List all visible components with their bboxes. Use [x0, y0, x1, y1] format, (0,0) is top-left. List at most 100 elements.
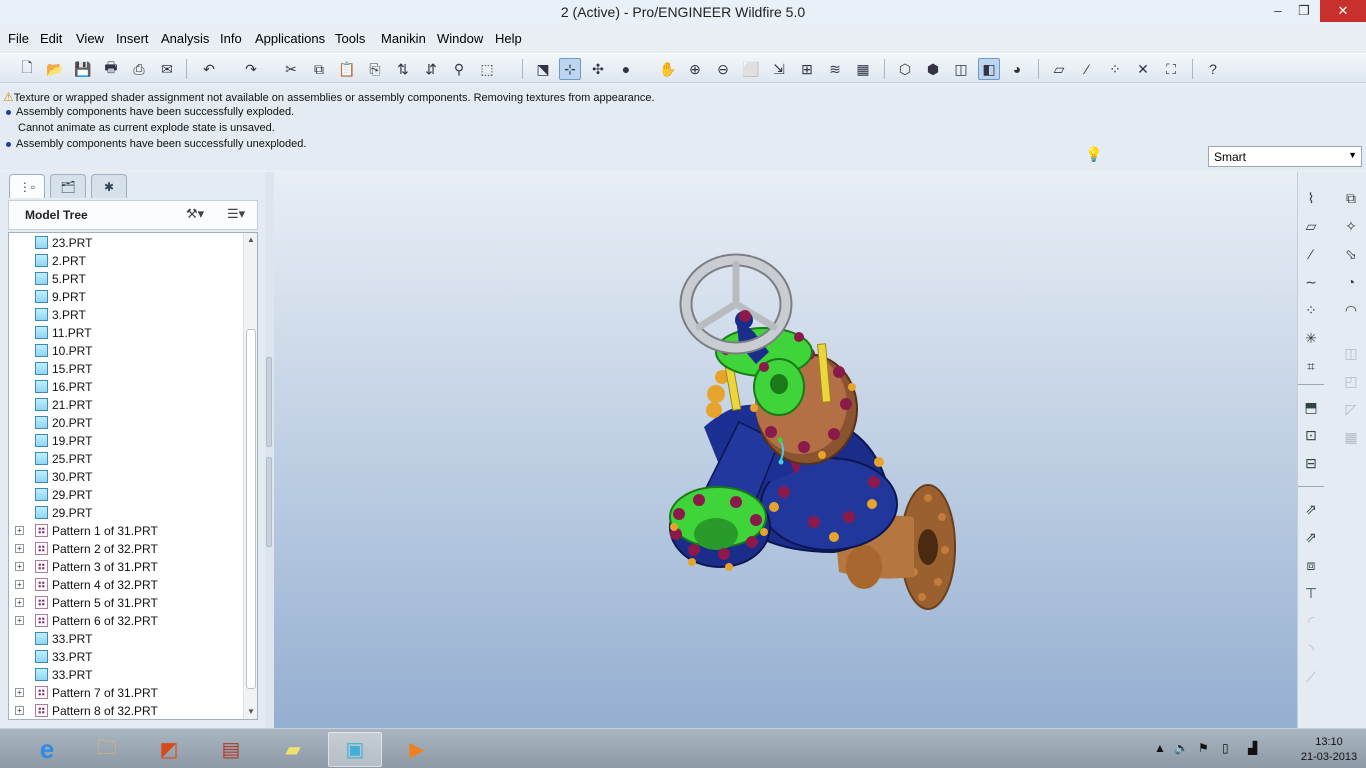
component-operations-icon[interactable]: ⇗ — [1300, 498, 1322, 520]
splitter-grip[interactable] — [266, 357, 272, 447]
mirror-icon[interactable]: ◫ — [1340, 342, 1362, 364]
orient-mode-icon[interactable]: ✣ — [587, 58, 609, 80]
expand-icon[interactable]: + — [15, 562, 24, 571]
paste-special-icon[interactable]: ⎘ — [364, 58, 386, 80]
scroll-down-icon[interactable]: ▼ — [244, 705, 257, 719]
volume-icon[interactable]: 🔈 — [1174, 741, 1189, 755]
pan-hand-icon[interactable]: ✋ — [657, 58, 679, 80]
assemble-component-icon[interactable]: ⧉ — [1340, 187, 1362, 209]
expand-icon[interactable]: + — [15, 706, 24, 715]
edit-definition-icon[interactable]: ⬒ — [1300, 396, 1322, 418]
datum-curve-icon[interactable]: ∼ — [1300, 271, 1322, 293]
panel-splitter[interactable] — [265, 172, 274, 728]
expand-icon[interactable]: + — [15, 616, 24, 625]
refit-icon[interactable]: ⬜ — [740, 58, 762, 80]
tree-columns-icon[interactable]: ☰▾ — [227, 206, 245, 222]
datum-point-icon[interactable]: ⁘ — [1300, 299, 1322, 321]
tree-item[interactable]: 5.PRT — [9, 270, 239, 288]
menu-applications[interactable]: Applications — [255, 31, 325, 46]
hidden-line-icon[interactable]: ⬢ — [922, 58, 944, 80]
menu-tools[interactable]: Tools — [335, 31, 365, 46]
extrude-icon[interactable]: ⬂ — [1340, 243, 1362, 265]
shell-icon[interactable]: ◰ — [1340, 370, 1362, 392]
menu-window[interactable]: Window — [437, 31, 483, 46]
sketch-display-icon[interactable]: ⬔ — [532, 58, 554, 80]
menu-file[interactable]: File — [8, 31, 29, 46]
chamfer-icon[interactable]: ◝ — [1300, 638, 1322, 660]
tab-favorites[interactable]: ✱ — [91, 174, 127, 198]
media-app-icon[interactable]: ▤ — [204, 732, 258, 767]
tree-item[interactable]: 23.PRT — [9, 234, 239, 252]
saved-views-icon[interactable]: ⊞ — [796, 58, 818, 80]
annotation-display-icon[interactable]: ⛶ — [1160, 58, 1182, 80]
action-center-flag-icon[interactable]: ⚑ — [1198, 741, 1209, 755]
system-clock[interactable]: 13:10 21-03-2013 — [1296, 735, 1362, 765]
tree-item[interactable]: 2.PRT — [9, 252, 239, 270]
tree-item[interactable]: 19.PRT — [9, 432, 239, 450]
quick-print-icon[interactable]: ⎙ — [128, 58, 150, 80]
tree-item[interactable]: + Pattern 1 of 31.PRT — [9, 522, 239, 540]
tree-item[interactable]: 10.PRT — [9, 342, 239, 360]
view-manager-icon[interactable]: ▦ — [852, 58, 874, 80]
valve-assembly-model[interactable] — [274, 172, 1297, 728]
tree-item[interactable]: 16.PRT — [9, 378, 239, 396]
menu-info[interactable]: Info — [220, 31, 242, 46]
enhanced-realism-icon[interactable]: ◕ — [1006, 58, 1028, 80]
tree-item[interactable]: 25.PRT — [9, 450, 239, 468]
print-icon[interactable]: 🖶 — [100, 58, 122, 80]
tree-item[interactable]: + Pattern 8 of 32.PRT — [9, 702, 239, 719]
tree-item[interactable]: + Pattern 7 of 31.PRT — [9, 684, 239, 702]
regen-manager-icon[interactable]: ⇵ — [420, 58, 442, 80]
email-icon[interactable]: ✉ — [156, 58, 178, 80]
proengineer-taskbar-icon[interactable]: ▣ — [328, 732, 382, 767]
layer-tree-icon[interactable]: ⊟ — [1300, 452, 1322, 474]
tree-item[interactable]: + Pattern 6 of 32.PRT — [9, 612, 239, 630]
sketch-tool-icon[interactable]: ⌇ — [1300, 187, 1322, 209]
menu-view[interactable]: View — [76, 31, 104, 46]
reorient-icon[interactable]: ⇲ — [768, 58, 790, 80]
expand-icon[interactable]: + — [15, 598, 24, 607]
sticky-notes-icon[interactable]: ▰ — [266, 732, 320, 767]
expand-icon[interactable]: + — [15, 688, 24, 697]
cut-out-icon[interactable]: ⊤ — [1300, 582, 1322, 604]
cut-icon[interactable]: ✂ — [280, 58, 302, 80]
expand-icon[interactable]: + — [15, 580, 24, 589]
tree-item[interactable]: 33.PRT — [9, 630, 239, 648]
tree-item[interactable]: 3.PRT — [9, 306, 239, 324]
expand-icon[interactable]: + — [15, 544, 24, 553]
datum-plane-icon[interactable]: ▱ — [1300, 215, 1322, 237]
no-hidden-icon[interactable]: ◫ — [950, 58, 972, 80]
close-button[interactable]: ✕ — [1320, 0, 1366, 22]
tree-item[interactable]: 29.PRT — [9, 486, 239, 504]
edit-references-icon[interactable]: ⊡ — [1300, 424, 1322, 446]
datum-points-icon[interactable]: ⁘ — [1104, 58, 1126, 80]
round-icon[interactable]: ◜ — [1300, 610, 1322, 632]
selection-filter-dropdown[interactable]: Smart ▼ — [1208, 146, 1362, 167]
datum-axis-icon[interactable]: ⁄ — [1300, 243, 1322, 265]
tree-item[interactable]: 21.PRT — [9, 396, 239, 414]
tab-folder-browser[interactable]: 🗂 — [50, 174, 86, 198]
tab-model-tree[interactable]: ⋮▫ — [9, 174, 45, 198]
graphics-viewport[interactable] — [274, 172, 1297, 728]
undo-icon[interactable]: ↶ — [198, 58, 220, 80]
tree-item[interactable]: 9.PRT — [9, 288, 239, 306]
open-folder-icon[interactable]: 📂 — [44, 58, 66, 80]
tree-item[interactable]: + Pattern 5 of 31.PRT — [9, 594, 239, 612]
shading-sphere-icon[interactable]: ● — [615, 58, 637, 80]
scroll-thumb[interactable] — [246, 329, 256, 689]
datum-planes-icon[interactable]: ▱ — [1048, 58, 1070, 80]
spin-center-icon[interactable]: ⊹ — [559, 58, 581, 80]
copy-icon[interactable]: ⧉ — [308, 58, 330, 80]
select-box-icon[interactable]: ⬚ — [476, 58, 498, 80]
datum-axes-icon[interactable]: ⁄ — [1076, 58, 1098, 80]
find-icon[interactable]: ⚲ — [448, 58, 470, 80]
minimize-button[interactable]: – — [1264, 0, 1292, 22]
tree-item[interactable]: 33.PRT — [9, 648, 239, 666]
expand-icon[interactable]: + — [15, 526, 24, 535]
menu-manikin[interactable]: Manikin — [381, 31, 426, 46]
restore-button[interactable]: ❐ — [1290, 0, 1318, 22]
tree-item[interactable]: 29.PRT — [9, 504, 239, 522]
show-hidden-icons-icon[interactable]: ▲ — [1154, 741, 1166, 755]
tree-item[interactable]: + Pattern 4 of 32.PRT — [9, 576, 239, 594]
merge-icon[interactable]: ⇗ — [1300, 526, 1322, 548]
